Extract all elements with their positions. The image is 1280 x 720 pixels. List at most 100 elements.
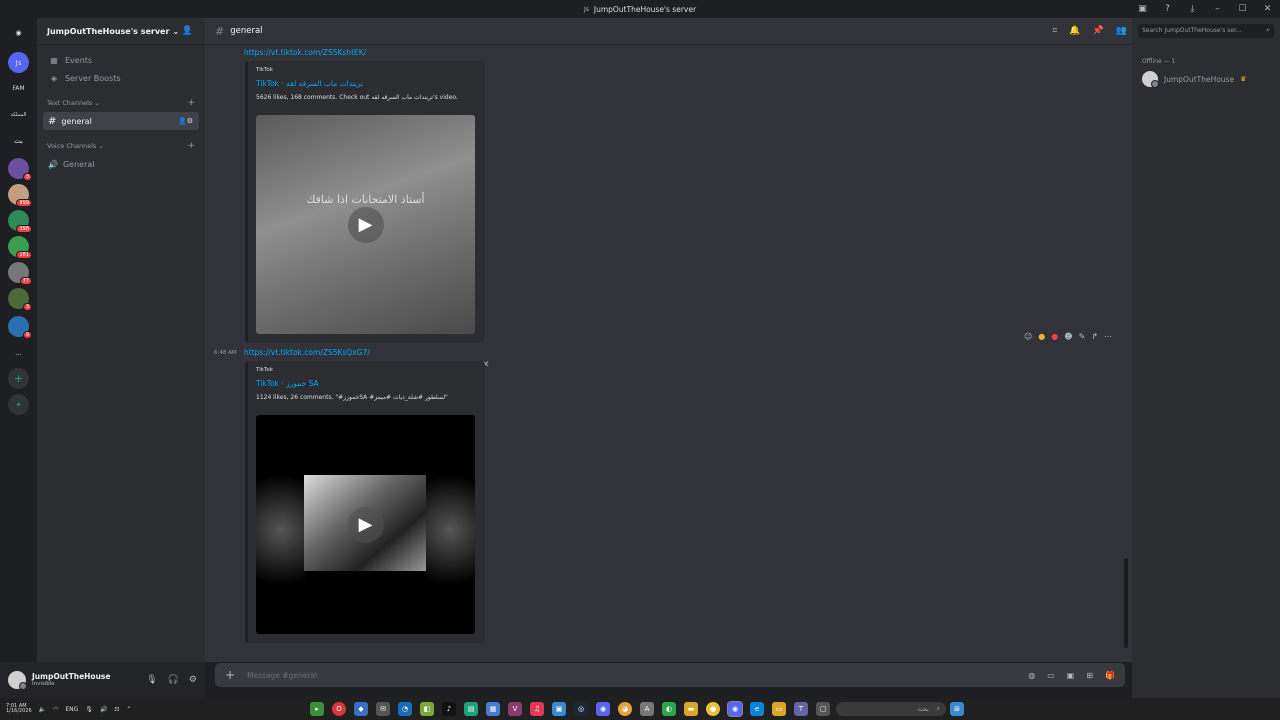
chevron-up-icon[interactable]: ⌃: [126, 706, 131, 713]
video-thumbnail[interactable]: ▶: [256, 415, 475, 634]
add-channel-icon[interactable]: +: [187, 98, 195, 108]
add-attachment-icon[interactable]: +: [225, 668, 235, 682]
message-composer[interactable]: + Message #general ◍ ▭ ▣ ⊞ 🎁: [215, 663, 1125, 687]
clock[interactable]: 7:01 AM 1/16/2026: [6, 703, 32, 715]
gear-icon[interactable]: ⚙: [189, 675, 197, 685]
app-icon[interactable]: ▦: [486, 702, 500, 716]
server-fam[interactable]: FAM: [8, 78, 29, 99]
gif-icon[interactable]: ▭: [1047, 671, 1055, 680]
member-item[interactable]: JumpOutTheHouse ♛: [1142, 71, 1246, 88]
channel-voice-general[interactable]: 🔊 General: [43, 155, 199, 173]
server-kingdom[interactable]: المملكة: [8, 104, 29, 125]
app-icon[interactable]: ▢: [816, 702, 830, 716]
sidebar-item-events[interactable]: ▦ Events: [37, 51, 205, 69]
wifi-icon[interactable]: ◠: [53, 706, 58, 713]
add-reaction-icon[interactable]: ☻: [1064, 332, 1072, 341]
members-icon[interactable]: 👥: [1116, 26, 1127, 36]
start-icon[interactable]: ⊞: [950, 702, 964, 716]
taskbar-search[interactable]: بحث ⌕: [836, 702, 946, 716]
app-icon[interactable]: V: [508, 702, 522, 716]
message-input[interactable]: Message #general: [247, 671, 317, 680]
app-icon[interactable]: ●: [706, 702, 720, 716]
threads-icon[interactable]: ⌗: [1052, 26, 1057, 36]
server-js[interactable]: Js: [8, 52, 29, 73]
play-icon[interactable]: ▶: [347, 506, 384, 543]
server-bth[interactable]: بث: [8, 130, 29, 151]
mail-icon[interactable]: ✉: [376, 702, 390, 716]
app-icon[interactable]: ▣: [552, 702, 566, 716]
music-icon[interactable]: ♫: [530, 702, 544, 716]
add-server-icon[interactable]: +: [8, 368, 29, 389]
discord-icon[interactable]: ◉: [596, 702, 610, 716]
emoji-icon[interactable]: ●: [1038, 332, 1045, 341]
app-icon[interactable]: ▸: [310, 702, 324, 716]
reply-icon[interactable]: ↱: [1091, 332, 1098, 341]
embed-title[interactable]: TikTok · خموزز SA: [256, 379, 477, 388]
app-icon[interactable]: ▤: [464, 702, 478, 716]
headphones-icon[interactable]: 🎧: [168, 675, 179, 685]
maximize-icon[interactable]: ☐: [1230, 4, 1255, 14]
app-icon[interactable]: ◆: [354, 702, 368, 716]
speaker-tray-icon[interactable]: 🔊: [100, 706, 107, 713]
app-icon[interactable]: A: [640, 702, 654, 716]
server-header[interactable]: JumpOutTheHouse's server ⌄ 👤: [37, 18, 205, 45]
minimize-icon[interactable]: –: [1205, 4, 1230, 14]
invite-icon[interactable]: 👤: [182, 26, 193, 36]
reaction-icon[interactable]: ☺: [1024, 332, 1032, 341]
download-icon[interactable]: ⤓: [1180, 4, 1205, 14]
server-avatar-2[interactable]: 999: [8, 184, 32, 207]
gift-icon[interactable]: 🎁: [1105, 671, 1115, 680]
teams-icon[interactable]: T: [794, 702, 808, 716]
close-icon[interactable]: ✕: [1255, 4, 1280, 14]
folder-icon[interactable]: ▬: [684, 702, 698, 716]
server-avatar-4[interactable]: 181: [8, 236, 32, 259]
discord-home-icon[interactable]: ◉: [8, 22, 29, 43]
app-icon[interactable]: ◧: [420, 702, 434, 716]
server-avatar-6[interactable]: 3: [8, 288, 32, 311]
pin-icon[interactable]: 📌: [1093, 26, 1104, 36]
message-link[interactable]: https://vt.tiktok.com/ZS5KshtEK/: [244, 48, 366, 57]
play-icon[interactable]: ▶: [347, 206, 384, 243]
server-avatar-3[interactable]: 398: [8, 210, 32, 233]
add-channel-icon[interactable]: +: [187, 141, 195, 151]
category-voice-channels[interactable]: Voice Channels ⌄ +: [37, 138, 205, 154]
apps-icon[interactable]: ◍: [1028, 671, 1035, 680]
edge-icon[interactable]: e: [750, 702, 764, 716]
channel-general[interactable]: # general 👤⚙: [43, 112, 199, 130]
network-icon[interactable]: ⊡: [114, 706, 119, 713]
app-icon[interactable]: ◔: [398, 702, 412, 716]
server-avatar-5[interactable]: 77: [8, 262, 32, 285]
search-input[interactable]: Search JumpOutTheHouse's ser...: [1138, 24, 1274, 38]
mic-tray-icon[interactable]: 🎙: [85, 706, 93, 713]
language-indicator[interactable]: ENG: [65, 706, 78, 713]
compass-icon[interactable]: ✦: [8, 394, 29, 415]
opera-icon[interactable]: O: [332, 702, 346, 716]
steam-icon[interactable]: ◎: [574, 702, 588, 716]
video-thumbnail[interactable]: أستاذ الامتحانات اذا شافك ▶: [256, 115, 475, 334]
server-more[interactable]: ...: [8, 342, 29, 363]
sidebar-item-boosts[interactable]: ◈ Server Boosts: [37, 69, 205, 87]
volume-icon[interactable]: 🔈: [39, 706, 46, 713]
microphone-icon[interactable]: 🎙: [146, 675, 157, 685]
bell-icon[interactable]: 🔔: [1069, 26, 1080, 36]
heart-icon[interactable]: ●: [1051, 332, 1058, 341]
server-avatar-7[interactable]: 9: [8, 316, 32, 339]
scrollbar[interactable]: [1124, 558, 1128, 648]
edit-icon[interactable]: ✎: [1079, 332, 1086, 341]
category-text-channels[interactable]: Text Channels ⌄ +: [37, 95, 205, 111]
more-icon[interactable]: ⋯: [1104, 332, 1112, 341]
emoji-picker-icon[interactable]: ⊞: [1086, 671, 1093, 680]
avatar[interactable]: [8, 671, 27, 690]
discord-active-icon[interactable]: ◉: [727, 701, 743, 717]
message-link[interactable]: https://vt.tiktok.com/ZS5KsQxG7/: [244, 348, 370, 357]
app-icon[interactable]: ◐: [662, 702, 676, 716]
chrome-icon[interactable]: ◕: [618, 702, 632, 716]
embed-title[interactable]: TikTok · تريندات ماب السرقه لقه: [256, 79, 477, 88]
help-icon[interactable]: ?: [1155, 4, 1180, 14]
channel-settings-icon[interactable]: 👤⚙: [178, 117, 193, 125]
server-avatar-1[interactable]: 3: [8, 158, 32, 181]
tiktok-icon[interactable]: ♪: [442, 702, 456, 716]
sticker-icon[interactable]: ▣: [1067, 671, 1075, 680]
app-icon[interactable]: ▭: [772, 702, 786, 716]
mirror-icon[interactable]: ▣: [1130, 4, 1155, 14]
